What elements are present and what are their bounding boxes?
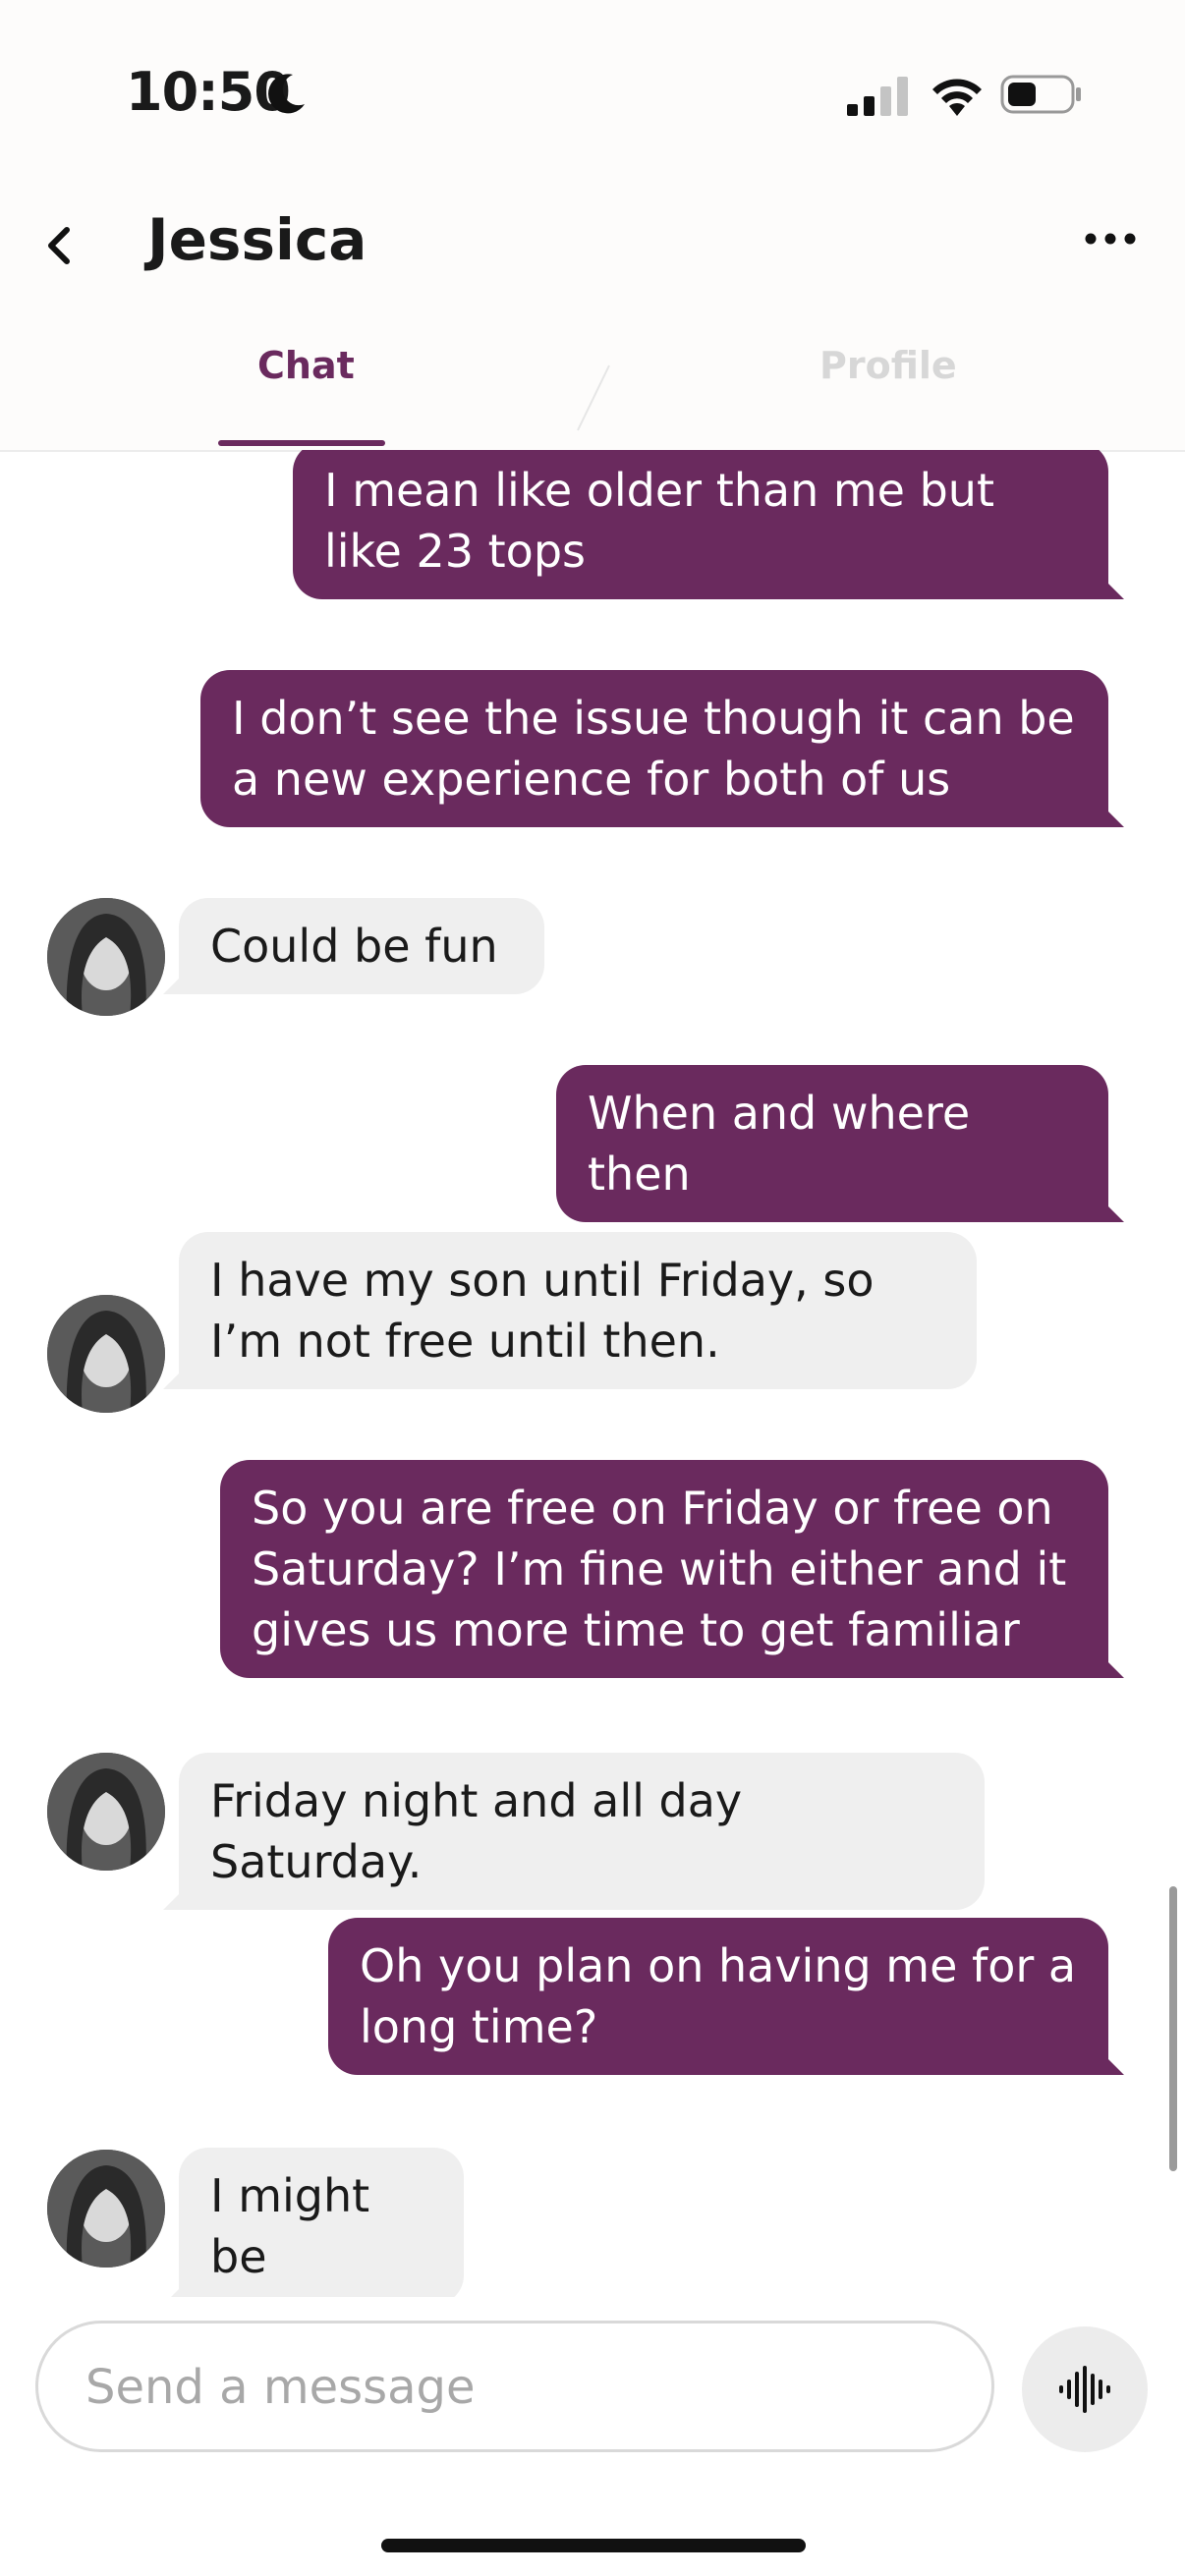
message-outgoing: I don’t see the issue though it can be a… [200,670,1124,827]
message-input-container [35,2321,994,2452]
message-incoming: I have my son until Friday, so I’m not f… [163,1232,977,1389]
avatar[interactable] [47,898,165,1016]
voice-message-icon [1059,2366,1110,2413]
message-text: I don’t see the issue though it can be a… [232,692,1075,806]
message-text: Oh you plan on having me for a long time… [360,1939,1077,2053]
avatar[interactable] [47,1295,165,1413]
message-list[interactable]: I mean like older than me but like 23 to… [0,450,1185,2297]
home-indicator [381,2539,806,2552]
wifi-icon [932,79,982,116]
avatar[interactable] [47,2150,165,2268]
scrollbar[interactable] [1169,1886,1177,2171]
message-outgoing: When and where then [556,1065,1124,1222]
message-text: I mean like older than me but like 23 to… [324,464,994,578]
message-incoming: Could be fun [163,898,544,994]
status-bar: 10:50 [0,0,1185,177]
message-incoming: Friday night and all day Saturday. [163,1753,985,1910]
active-tab-indicator [218,440,385,446]
message-incoming: I might be [163,2148,464,2297]
message-text: So you are free on Friday or free on Sat… [252,1482,1067,1656]
battery-icon [1000,75,1081,114]
more-options-icon[interactable] [1081,214,1140,263]
tab-divider [577,364,610,431]
contact-name: Jessica [147,206,367,273]
avatar[interactable] [47,1753,165,1871]
message-outgoing: I mean like older than me but like 23 to… [293,450,1124,599]
message-text: I have my son until Friday, so I’m not f… [210,1254,875,1368]
message-text: I might be [210,2169,370,2283]
message-text: Could be fun [210,920,498,973]
tab-profile[interactable]: Profile [819,344,957,387]
signal-icon [847,77,908,116]
message-outgoing: So you are free on Friday or free on Sat… [220,1460,1124,1678]
message-input[interactable] [84,2324,972,2451]
tab-chat[interactable]: Chat [257,344,355,387]
back-chevron-icon[interactable] [37,216,81,275]
chat-header: Jessica Chat Profile [0,177,1185,452]
message-outgoing: Oh you plan on having me for a long time… [328,1918,1124,2075]
message-text: When and where then [588,1087,971,1201]
voice-message-button[interactable] [1022,2326,1148,2452]
moon-icon [268,74,305,114]
message-text: Friday night and all day Saturday. [210,1774,743,1888]
